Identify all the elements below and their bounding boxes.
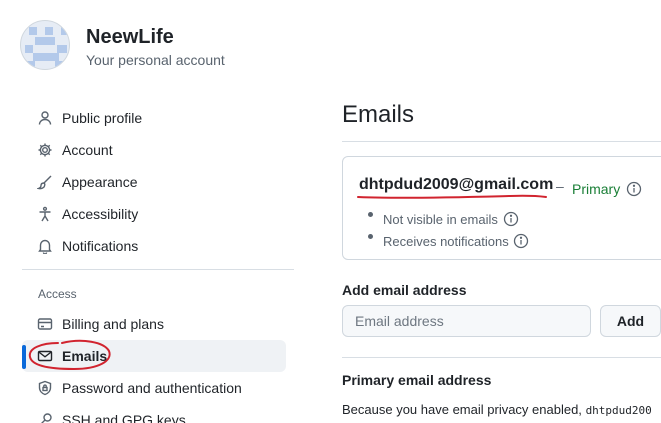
- add-email-button[interactable]: Add: [600, 305, 661, 337]
- sidebar-item-label: Billing and plans: [62, 316, 164, 332]
- primary-badge-label: Primary: [572, 181, 621, 197]
- email-bullet-visibility: Not visible in emails: [383, 208, 519, 227]
- sidebar-item-accessibility[interactable]: Accessibility: [22, 198, 286, 230]
- sidebar-item-label: Account: [62, 142, 113, 158]
- sidebar-item-billing[interactable]: Billing and plans: [22, 308, 286, 340]
- bell-icon: [37, 238, 53, 254]
- sidebar-section-access: Access: [38, 287, 77, 301]
- info-icon[interactable]: [626, 181, 642, 200]
- email-bullet-notifications: Receives notifications: [383, 230, 529, 249]
- sidebar-item-password[interactable]: Password and authentication: [22, 372, 286, 404]
- add-email-heading: Add email address: [342, 282, 467, 298]
- email-address: dhtpdud2009@gmail.com: [359, 176, 554, 193]
- gear-icon: [37, 142, 53, 158]
- privacy-text: Because you have email privacy enabled,: [342, 402, 582, 417]
- private-email-fragment: dhtpdud200: [585, 404, 652, 417]
- sidebar-item-label: Emails: [62, 348, 108, 364]
- sidebar-item-notifications[interactable]: Notifications: [22, 230, 286, 262]
- mail-icon: [37, 348, 53, 364]
- shield-lock-icon: [37, 380, 53, 396]
- accessibility-icon: [37, 206, 53, 222]
- avatar[interactable]: [20, 20, 70, 70]
- primary-badge: Primary: [572, 178, 642, 197]
- sidebar-item-label: Public profile: [62, 110, 143, 126]
- primary-email-heading: Primary email address: [342, 372, 492, 388]
- bullet-label: Not visible in emails: [383, 212, 498, 227]
- paintbrush-icon: [37, 174, 53, 190]
- sidebar-item-label: Notifications: [62, 238, 139, 254]
- sidebar-item-label: Accessibility: [62, 206, 139, 222]
- sidebar-item-appearance[interactable]: Appearance: [22, 166, 286, 198]
- email-dash: –: [556, 178, 564, 194]
- info-icon[interactable]: [503, 211, 519, 230]
- primary-email-description: Because you have email privacy enabled, …: [342, 402, 652, 417]
- sidebar-item-account[interactable]: Account: [22, 134, 286, 166]
- bullet-dot: [368, 212, 373, 217]
- bullet-label: Receives notifications: [383, 234, 509, 249]
- credit-card-icon: [37, 316, 53, 332]
- sidebar-item-label: SSH and GPG keys: [62, 412, 186, 423]
- active-indicator: [22, 345, 26, 369]
- account-name[interactable]: NeewLife: [86, 26, 174, 49]
- page-title: Emails: [342, 101, 415, 128]
- sidebar-item-emails[interactable]: Emails: [22, 340, 286, 372]
- sidebar-item-ssh-gpg[interactable]: SSH and GPG keys: [22, 404, 286, 423]
- person-icon: [37, 110, 53, 126]
- section-divider: [342, 357, 661, 358]
- key-icon: [37, 412, 53, 423]
- email-address-input[interactable]: [342, 305, 591, 337]
- info-icon[interactable]: [513, 233, 529, 252]
- title-divider: [342, 141, 661, 142]
- account-subtitle: Your personal account: [86, 52, 225, 68]
- sidebar-item-label: Password and authentication: [62, 380, 242, 396]
- sidebar-divider: [22, 269, 294, 270]
- sidebar-item-public-profile[interactable]: Public profile: [22, 102, 286, 134]
- sidebar-item-label: Appearance: [62, 174, 138, 190]
- bullet-dot: [368, 234, 373, 239]
